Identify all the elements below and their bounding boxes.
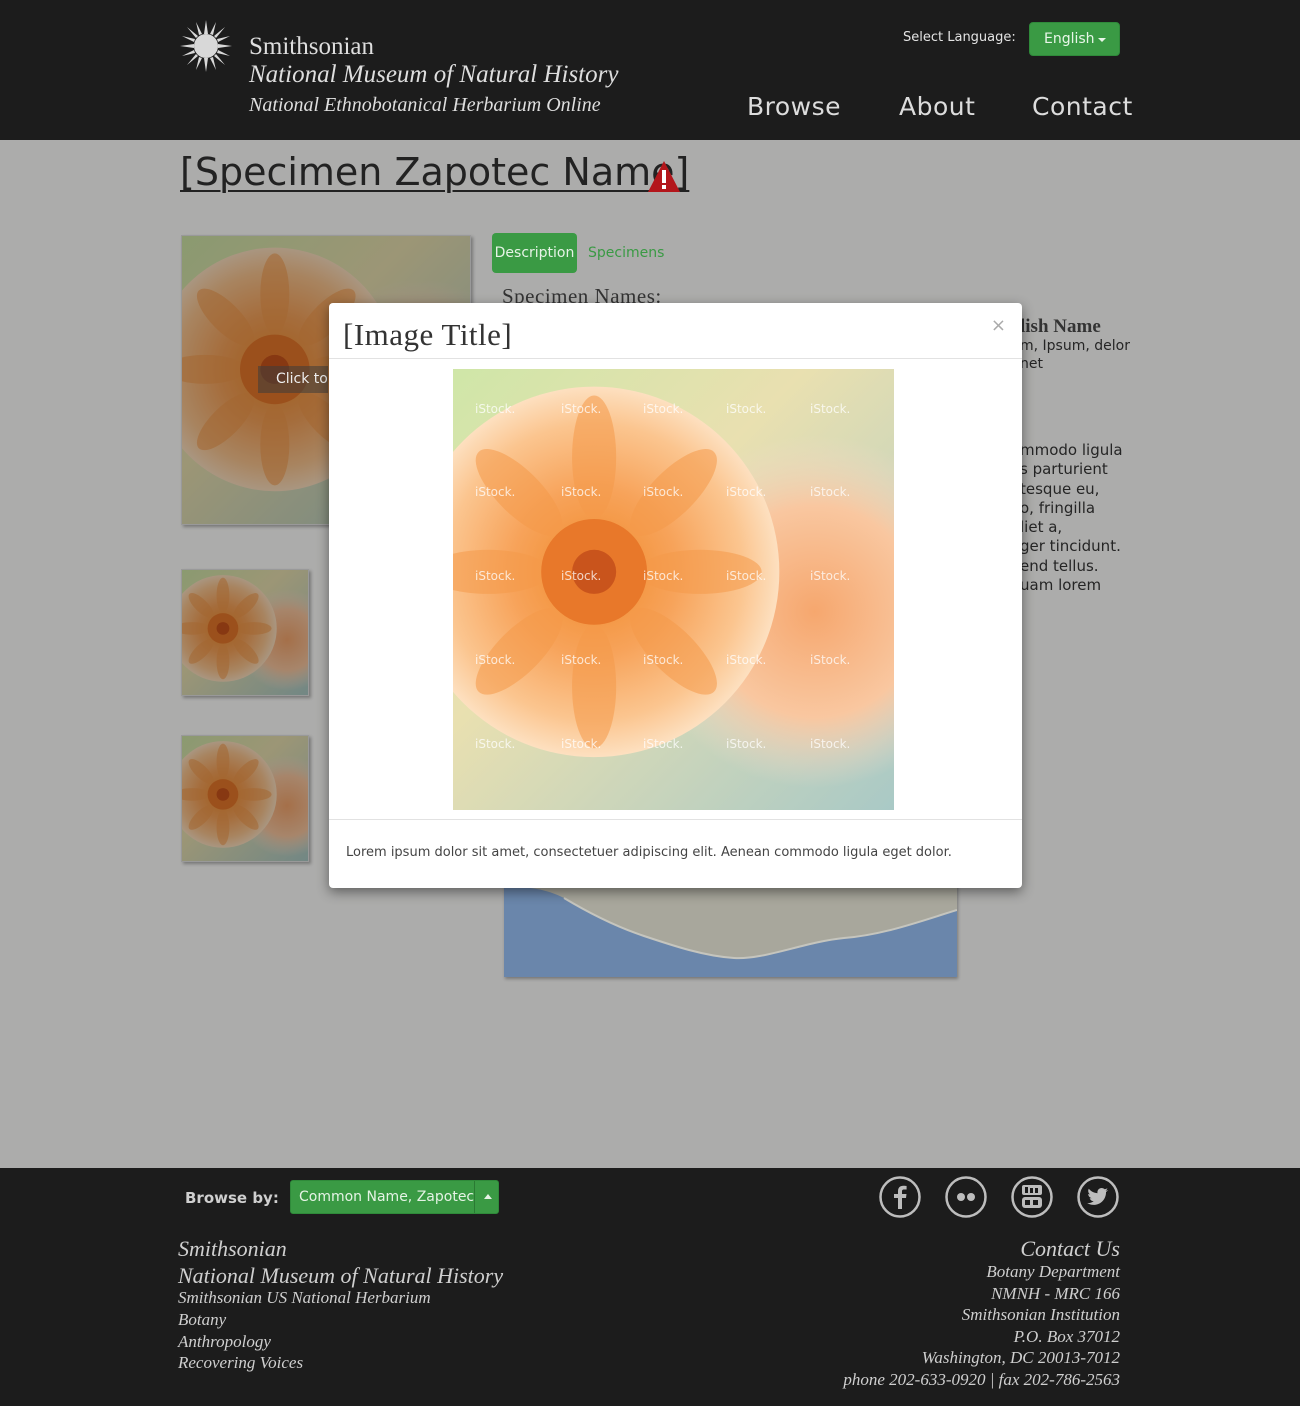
browse-by-value: Common Name, Zapotec: [299, 1189, 475, 1205]
tab-specimens[interactable]: Specimens: [588, 233, 664, 273]
description-text: mmodo ligula s parturient tesque eu, o, …: [1020, 441, 1123, 595]
desc-line: tesque eu,: [1020, 479, 1100, 498]
nav-contact[interactable]: Contact: [1032, 92, 1133, 121]
watermark-text: iStock.: [643, 569, 684, 583]
watermark-text: iStock.: [643, 737, 684, 751]
desc-line: liet a,: [1020, 518, 1063, 537]
click-to-enlarge-label[interactable]: Click to: [258, 366, 328, 393]
watermark-text: iStock.: [561, 485, 602, 499]
watermark-text: iStock.: [726, 485, 767, 499]
watermark-text: iStock.: [643, 402, 684, 416]
warning-icon[interactable]: [647, 160, 681, 194]
language-dropdown[interactable]: English: [1029, 22, 1120, 56]
nav-browse[interactable]: Browse: [747, 92, 841, 121]
watermark-text: iStock.: [475, 737, 516, 751]
close-icon[interactable]: ×: [991, 315, 1006, 336]
browse-by-dropdown[interactable]: Common Name, Zapotec: [290, 1180, 499, 1214]
modal-header-divider: [329, 358, 1022, 359]
tab-description[interactable]: Description: [492, 233, 577, 273]
watermark-text: iStock.: [561, 569, 602, 583]
select-language-label: Select Language:: [903, 30, 1016, 45]
name-line: net: [1020, 356, 1043, 372]
footer-smithsonian-link[interactable]: Smithsonian: [178, 1236, 287, 1262]
brand-text[interactable]: Smithsonian National Museum of Natural H…: [249, 33, 618, 120]
footer-phone-fax: phone 202-633-0920 | fax 202-786-2563: [843, 1370, 1120, 1389]
image-modal: [Image Title] × iStock. iStock. iStock. …: [329, 303, 1022, 888]
dropdown-divider: [474, 1181, 475, 1213]
twitter-icon[interactable]: [1077, 1176, 1119, 1218]
watermark-text: iStock.: [810, 653, 851, 667]
browse-by-label: Browse by:: [185, 1189, 279, 1207]
desc-line: ger tincidunt.: [1020, 537, 1121, 556]
watermark-layer: iStock. iStock. iStock. iStock. iStock. …: [453, 369, 894, 810]
desc-line: mmodo ligula: [1020, 441, 1123, 459]
footer-museum-link[interactable]: National Museum of Natural History: [178, 1263, 503, 1289]
modal-image: iStock. iStock. iStock. iStock. iStock. …: [453, 369, 894, 810]
english-names-list: m, Ipsum, delor net: [1020, 337, 1130, 373]
thumbnail-image-2[interactable]: [181, 735, 309, 862]
brand-line-museum: National Museum of Natural History: [249, 61, 619, 88]
watermark-text: iStock.: [643, 485, 684, 499]
footer-contact-heading: Contact Us: [1020, 1236, 1120, 1261]
english-name-heading: lish Name: [1020, 316, 1101, 337]
site-header: Smithsonian National Museum of Natural H…: [0, 0, 1300, 140]
footer-address-line: P.O. Box 37012: [1013, 1327, 1120, 1346]
nav-about[interactable]: About: [899, 92, 975, 121]
brand-line-herbarium: National Ethnobotanical Herbarium Online: [249, 94, 601, 116]
watermark-text: iStock.: [810, 737, 851, 751]
image-dim-overlay: [182, 570, 308, 695]
watermark-text: iStock.: [810, 485, 851, 499]
map-graphic: [504, 880, 957, 977]
smithsonian-sun-logo[interactable]: [180, 20, 232, 72]
footer-address-line: Botany Department: [986, 1262, 1120, 1281]
footer-anthropology-link[interactable]: Anthropology: [178, 1332, 271, 1352]
brand-line-smithsonian: Smithsonian: [249, 33, 375, 60]
youtube-icon[interactable]: [1011, 1176, 1053, 1218]
thumbnail-image-1[interactable]: [181, 569, 309, 696]
flickr-icon[interactable]: [945, 1176, 987, 1218]
desc-line: end tellus.: [1020, 556, 1099, 575]
location-map[interactable]: [504, 880, 957, 977]
watermark-text: iStock.: [726, 737, 767, 751]
desc-line: s parturient: [1020, 460, 1108, 479]
modal-title: [Image Title]: [343, 317, 513, 352]
watermark-text: iStock.: [810, 402, 851, 416]
watermark-text: iStock.: [726, 402, 767, 416]
desc-line: o, fringilla: [1020, 498, 1096, 517]
footer-botany-link[interactable]: Botany: [178, 1310, 226, 1330]
facebook-icon[interactable]: [879, 1176, 921, 1218]
watermark-text: iStock.: [561, 402, 602, 416]
watermark-text: iStock.: [475, 653, 516, 667]
modal-caption: Lorem ipsum dolor sit amet, consectetuer…: [346, 845, 952, 860]
watermark-text: iStock.: [810, 569, 851, 583]
modal-footer-divider: [329, 819, 1022, 820]
watermark-text: iStock.: [643, 653, 684, 667]
watermark-text: iStock.: [726, 653, 767, 667]
image-dim-overlay: [182, 736, 308, 861]
site-footer: Browse by: Common Name, Zapotec Smithson…: [0, 1168, 1300, 1406]
watermark-text: iStock.: [726, 569, 767, 583]
footer-address-line: Smithsonian Institution: [961, 1305, 1120, 1324]
footer-address-line: Washington, DC 20013-7012: [921, 1348, 1120, 1367]
page-title: [Specimen Zapotec Name]: [180, 150, 690, 194]
language-value: English: [1044, 31, 1095, 47]
watermark-text: iStock.: [475, 402, 516, 416]
caret-down-icon: [1098, 38, 1106, 42]
desc-line: uam lorem: [1020, 576, 1102, 595]
footer-address-line: NMNH - MRC 166: [991, 1284, 1120, 1303]
footer-herbarium-link[interactable]: Smithsonian US National Herbarium: [178, 1288, 431, 1308]
watermark-text: iStock.: [475, 485, 516, 499]
watermark-text: iStock.: [561, 737, 602, 751]
watermark-text: iStock.: [561, 653, 602, 667]
footer-recovering-voices-link[interactable]: Recovering Voices: [178, 1353, 303, 1373]
name-line: m, Ipsum, delor: [1020, 338, 1130, 354]
watermark-text: iStock.: [475, 569, 516, 583]
caret-up-icon: [484, 1194, 492, 1199]
